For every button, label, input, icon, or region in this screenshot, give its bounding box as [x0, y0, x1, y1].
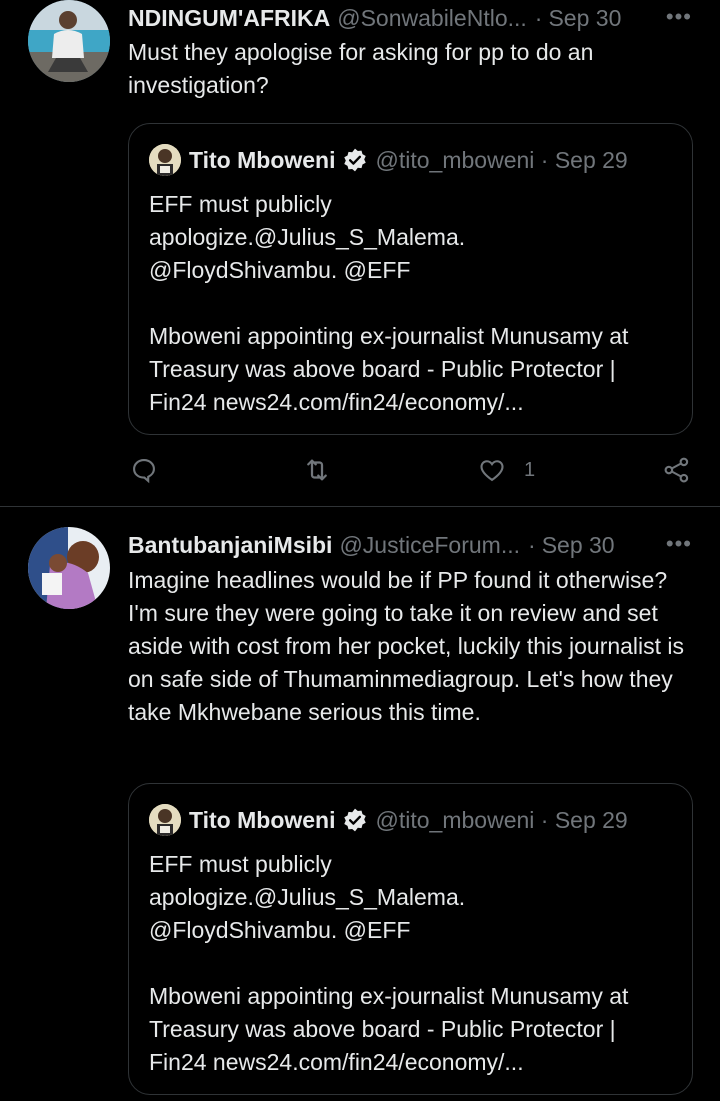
retweet-button[interactable]: [302, 450, 332, 490]
heart-icon: [480, 460, 504, 482]
avatar[interactable]: [28, 527, 110, 609]
quoted-tweet-text: EFF must publicly apologize.@Julius_S_Ma…: [149, 851, 629, 1075]
separator-dot: ·: [528, 531, 536, 558]
quoted-tweet-header: Tito Mboweni @tito_mboweni · Sep 29: [149, 803, 628, 837]
like-button[interactable]: 1: [478, 450, 535, 490]
author-name[interactable]: NDINGUM'AFRIKA: [128, 5, 330, 32]
quoted-tweet-header: Tito Mboweni @tito_mboweni · Sep 29: [149, 143, 628, 177]
quoted-handle-date: @tito_mboweni · Sep 29: [375, 146, 628, 173]
quoted-handle-date: @tito_mboweni · Sep 29: [375, 806, 628, 833]
tweet-header: BantubanjaniMsibi @JusticeForum... · Sep…: [128, 528, 700, 562]
tweet-1[interactable]: NDINGUM'AFRIKA @SonwabileNtlo... · Sep 3…: [0, 0, 720, 505]
tweet-2[interactable]: BantubanjaniMsibi @JusticeForum... · Sep…: [0, 507, 720, 1101]
verified-badge-icon: [343, 148, 366, 172]
quoted-tweet[interactable]: Tito Mboweni @tito_mboweni · Sep 29 EFF …: [128, 783, 693, 1095]
like-count: 1: [524, 458, 536, 481]
quoted-avatar: [149, 804, 181, 836]
tweet-text: Imagine headlines would be if PP found i…: [128, 567, 685, 725]
verified-badge-icon: [343, 808, 366, 832]
author-handle[interactable]: @JusticeForum...: [339, 532, 520, 559]
separator-dot: ·: [534, 4, 543, 31]
share-icon: [664, 457, 689, 483]
reply-icon: [133, 459, 155, 484]
quoted-tweet[interactable]: Tito Mboweni @tito_mboweni · Sep 29 EFF …: [128, 123, 693, 435]
tweet-actions: 1: [0, 450, 720, 490]
more-options-icon[interactable]: •••: [666, 4, 692, 30]
author-name[interactable]: BantubanjaniMsibi: [128, 532, 332, 559]
quoted-tweet-text: EFF must publicly apologize.@Julius_S_Ma…: [149, 191, 629, 415]
quoted-avatar: [149, 144, 181, 176]
quoted-author-name: Tito Mboweni: [189, 806, 336, 833]
tweet-date[interactable]: Sep 30: [548, 5, 621, 32]
more-options-icon[interactable]: •••: [666, 531, 692, 557]
tweet-text: Must they apologise for asking for pp to…: [128, 39, 594, 98]
retweet-icon: [307, 459, 327, 481]
tweet-date[interactable]: Sep 30: [542, 532, 615, 559]
quoted-author-name: Tito Mboweni: [189, 146, 336, 173]
tweet-header: NDINGUM'AFRIKA @SonwabileNtlo... · Sep 3…: [128, 1, 700, 35]
share-button[interactable]: [662, 450, 692, 490]
author-handle[interactable]: @SonwabileNtlo...: [337, 5, 527, 32]
avatar[interactable]: [28, 0, 110, 82]
reply-button[interactable]: [130, 450, 158, 490]
